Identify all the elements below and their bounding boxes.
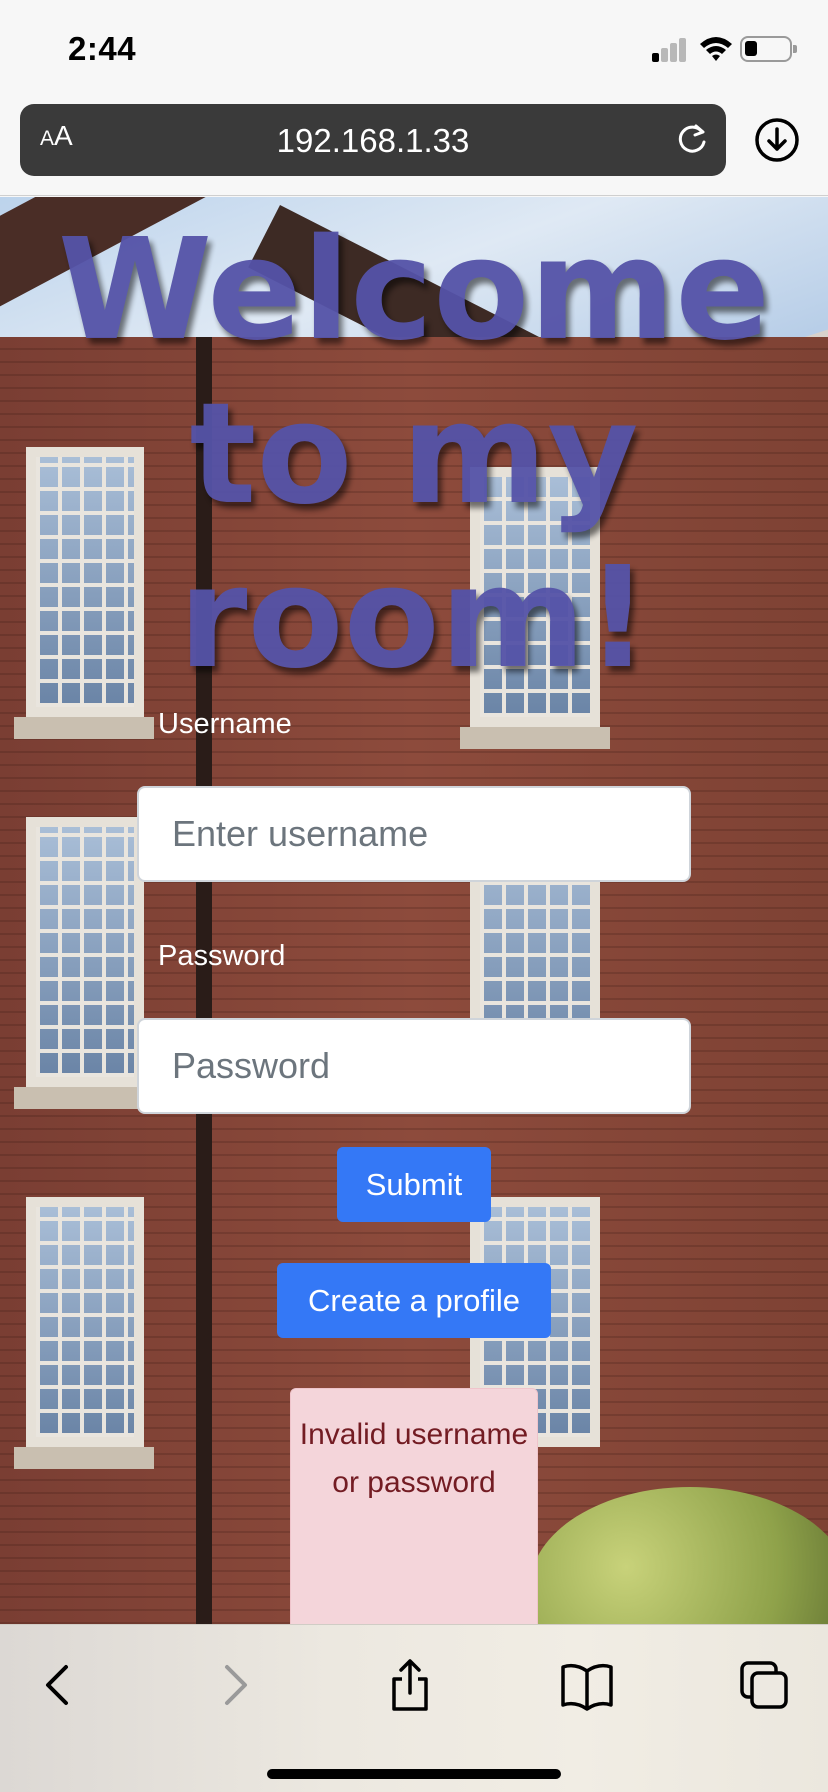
wifi-icon [700, 37, 732, 61]
create-profile-button[interactable]: Create a profile [277, 1263, 551, 1338]
page-content: Welcome to my room! Username Password Su… [0, 197, 828, 1624]
cellular-signal-icon [652, 38, 688, 62]
address-bar[interactable]: AA 192.168.1.33 [20, 104, 726, 176]
share-icon[interactable] [380, 1655, 440, 1715]
username-label: Username [158, 708, 292, 740]
back-icon[interactable] [28, 1655, 88, 1715]
url-text[interactable]: 192.168.1.33 [20, 122, 726, 160]
status-time: 2:44 [68, 30, 137, 67]
reload-icon[interactable] [674, 122, 710, 158]
browser-toolbar [0, 1624, 828, 1792]
error-alert: Invalid username or password [290, 1388, 538, 1624]
battery-icon [740, 36, 797, 62]
page-title: Welcome to my room! [57, 209, 771, 700]
status-bar: 2:44 [0, 0, 828, 100]
submit-button[interactable]: Submit [337, 1147, 491, 1222]
browser-bar: AA 192.168.1.33 [0, 100, 828, 196]
tabs-icon[interactable] [734, 1655, 794, 1715]
download-icon[interactable] [754, 117, 800, 163]
password-label: Password [158, 940, 286, 972]
password-input[interactable] [137, 1018, 691, 1114]
bookmarks-icon[interactable] [557, 1655, 617, 1715]
forward-icon[interactable] [205, 1655, 265, 1715]
username-input[interactable] [137, 786, 691, 882]
home-indicator [267, 1769, 561, 1779]
